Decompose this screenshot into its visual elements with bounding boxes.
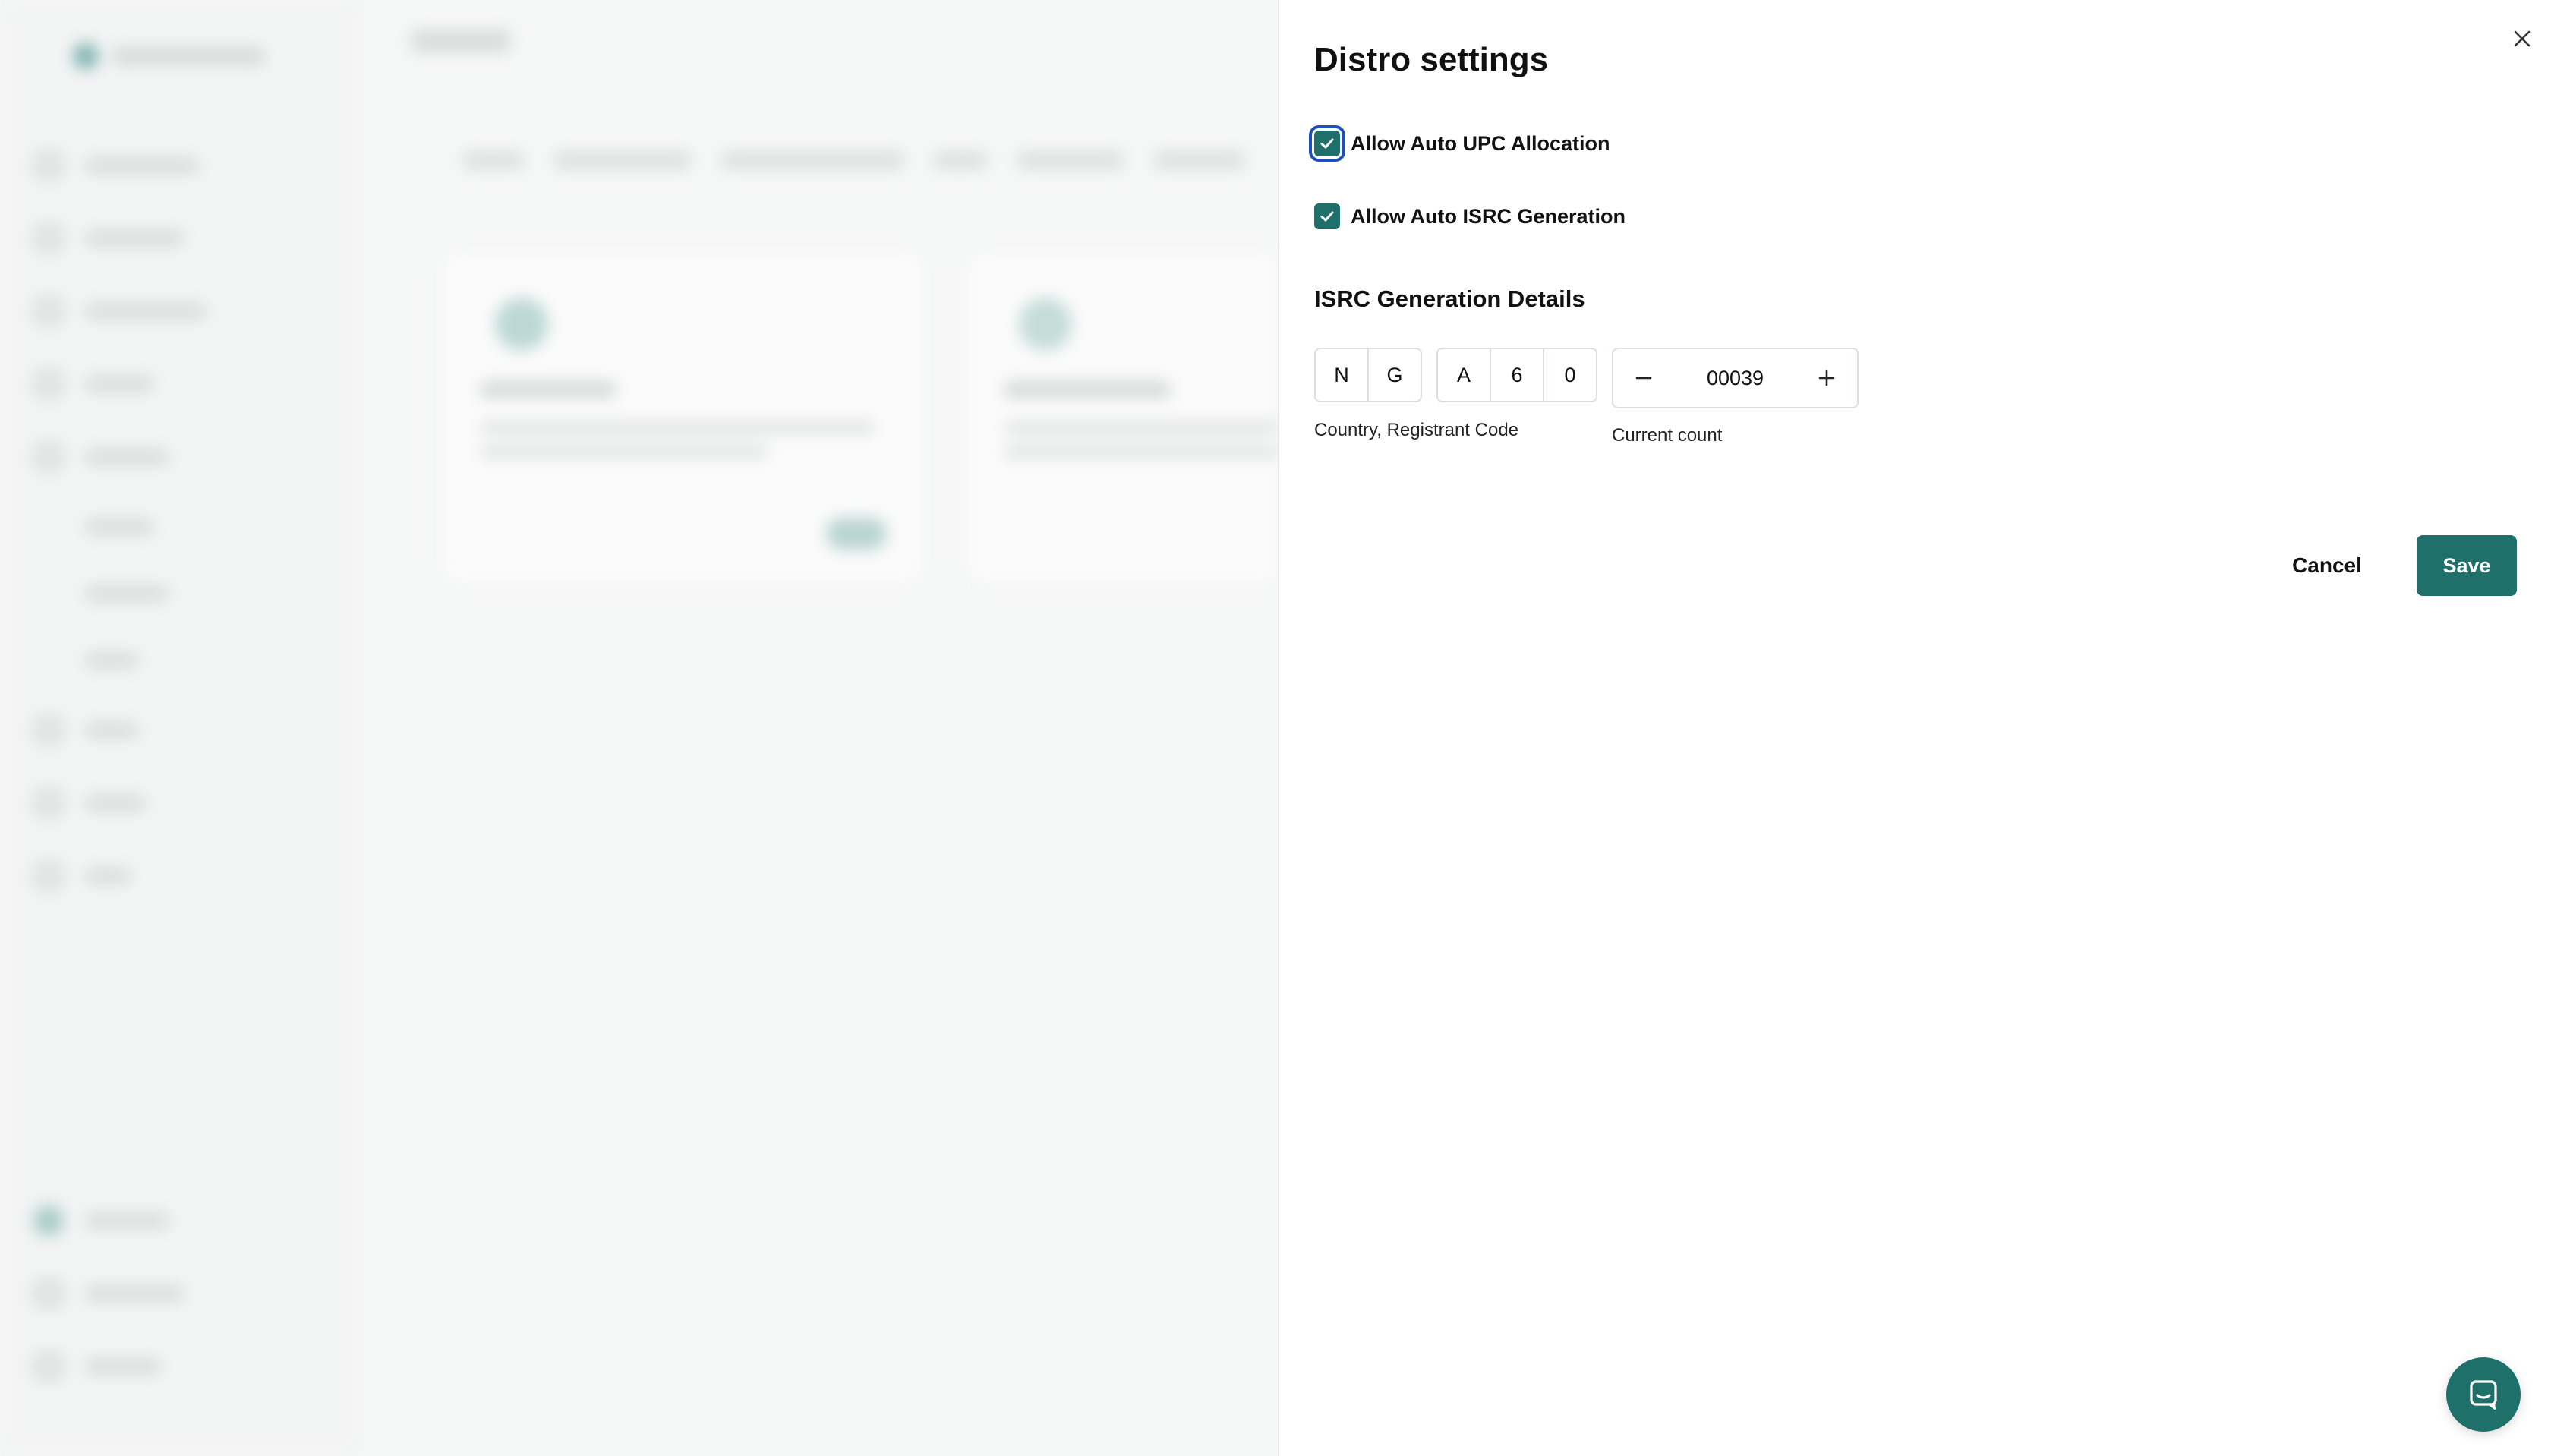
current-count-stepper: 00039 — [1612, 348, 1859, 408]
minus-icon — [1635, 377, 1652, 380]
close-button[interactable] — [2503, 20, 2541, 58]
registrant-code-input: A 6 0 — [1436, 348, 1597, 402]
close-icon — [2514, 30, 2531, 47]
background-main — [357, 0, 1278, 1456]
chat-icon — [2470, 1380, 2497, 1410]
isrc-generation-checkbox[interactable] — [1314, 203, 1340, 229]
background-nav-bottom — [33, 1184, 337, 1403]
isrc-generation-label: Allow Auto ISRC Generation — [1351, 204, 1626, 228]
registrant-code-char[interactable]: 0 — [1543, 348, 1597, 402]
count-caption: Current count — [1612, 425, 1723, 446]
upc-allocation-label: Allow Auto UPC Allocation — [1351, 131, 1610, 155]
isrc-generation-option[interactable]: Allow Auto ISRC Generation — [1314, 203, 1626, 229]
increment-button[interactable] — [1812, 363, 1842, 393]
registrant-code-char[interactable]: 6 — [1490, 348, 1544, 402]
save-button[interactable]: Save — [2417, 535, 2517, 596]
code-caption: Country, Registrant Code — [1314, 420, 1519, 440]
panel-title: Distro settings — [1314, 41, 1549, 78]
country-code-char[interactable]: G — [1367, 348, 1422, 402]
background-page — [0, 0, 1278, 1456]
check-icon — [1320, 138, 1334, 149]
current-count-value[interactable]: 00039 — [1675, 367, 1796, 390]
plus-icon — [1818, 370, 1835, 386]
chat-launcher-button[interactable] — [2446, 1357, 2521, 1432]
check-icon — [1320, 211, 1334, 222]
background-nav — [33, 129, 337, 912]
upc-allocation-checkbox[interactable] — [1314, 131, 1340, 156]
cancel-button[interactable]: Cancel — [2266, 535, 2388, 596]
background-logo — [73, 43, 278, 70]
upc-allocation-option[interactable]: Allow Auto UPC Allocation — [1314, 131, 1610, 156]
country-code-input: N G — [1314, 348, 1422, 402]
background-sidebar — [0, 0, 357, 1456]
decrement-button[interactable] — [1629, 363, 1659, 393]
country-code-char[interactable]: N — [1314, 348, 1369, 402]
isrc-section-title: ISRC Generation Details — [1314, 285, 1585, 312]
registrant-code-char[interactable]: A — [1436, 348, 1491, 402]
distro-settings-panel: Distro settings Allow Auto UPC Allocatio… — [1278, 0, 2551, 1456]
